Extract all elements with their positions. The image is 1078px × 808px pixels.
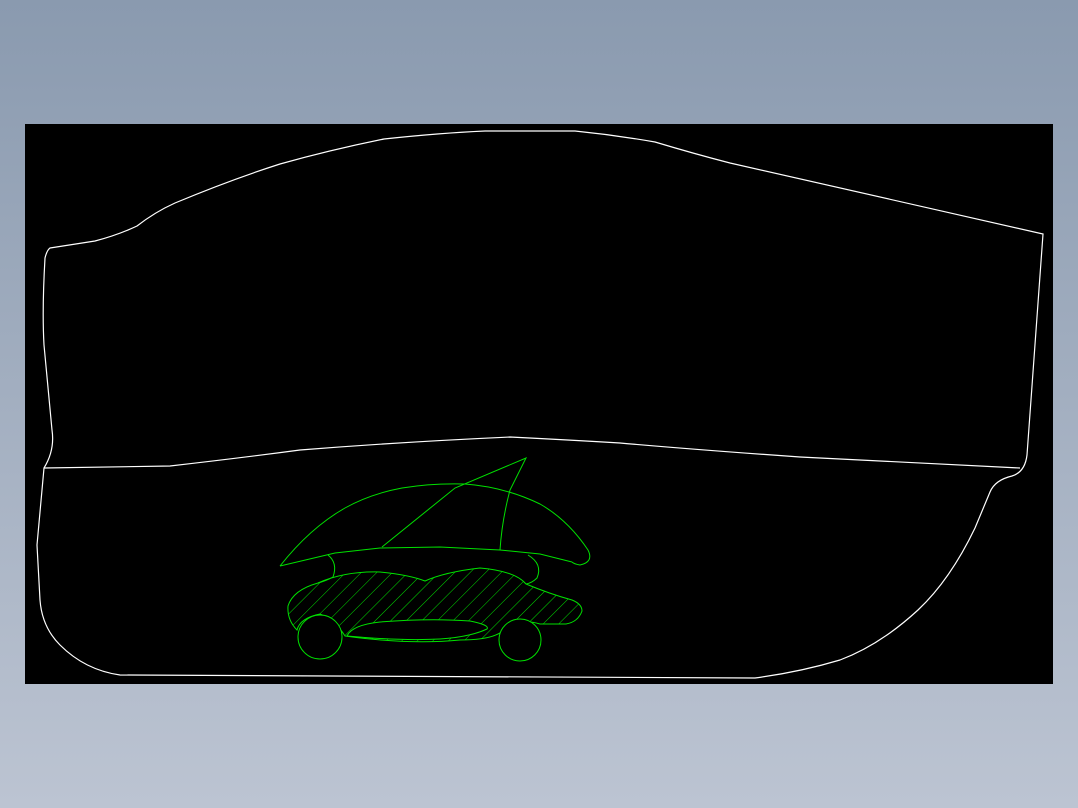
sail-mast [381, 457, 528, 551]
rear-wheel [498, 618, 542, 662]
sail-base-line [279, 546, 573, 567]
car-roof-right [525, 554, 540, 585]
car-sketch [279, 457, 591, 662]
cad-drawing [36, 130, 1044, 679]
middle-split-line [43, 436, 1021, 469]
sail-canopy [279, 483, 591, 567]
front-wheel [297, 614, 343, 660]
